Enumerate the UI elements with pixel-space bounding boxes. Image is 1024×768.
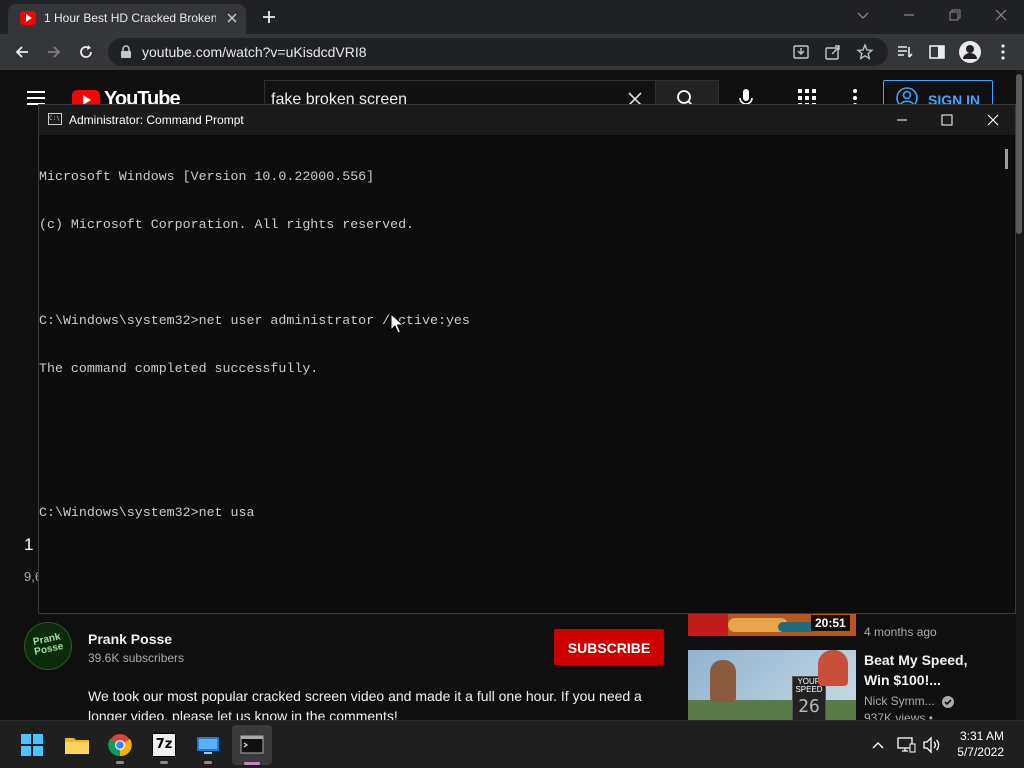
tab-search-chevron-down-icon[interactable] <box>854 6 872 24</box>
profile-avatar-icon[interactable] <box>959 41 981 63</box>
channel-name[interactable]: Prank Posse <box>88 631 172 647</box>
windows-taskbar: 7z <box>0 720 1024 768</box>
reload-icon[interactable] <box>76 42 96 62</box>
minimize-icon[interactable] <box>900 6 918 24</box>
channel-avatar-logo-text: Prank Posse <box>32 631 65 658</box>
console-prompt-line[interactable]: C:\Windows\system32>net usa <box>39 505 1001 521</box>
new-tab-icon[interactable] <box>260 8 278 26</box>
thumbnail-person <box>818 650 848 686</box>
cmd-maximize-icon[interactable] <box>939 112 955 128</box>
channel-avatar[interactable]: Prank Posse <box>24 622 72 670</box>
command-prompt-window[interactable]: C:\ Administrator: Command Prompt Micros… <box>38 104 1016 614</box>
recommendation-title[interactable]: Beat My Speed, Win $100!... <box>864 650 994 690</box>
restore-icon[interactable] <box>946 6 964 24</box>
youtube-favicon-icon <box>20 11 36 25</box>
speed-sign-bottom-text: SPEED <box>795 685 823 694</box>
running-indicator <box>160 761 168 764</box>
active-app-indicator <box>244 762 260 765</box>
chrome-icon[interactable] <box>104 729 136 764</box>
back-arrow-icon[interactable] <box>12 42 32 62</box>
subscribe-label: SUBSCRIBE <box>567 640 651 656</box>
forward-arrow-icon[interactable] <box>44 42 64 62</box>
cmd-console-output[interactable]: Microsoft Windows [Version 10.0.22000.55… <box>39 137 1001 613</box>
terminal-icon <box>238 731 266 759</box>
share-icon[interactable] <box>824 43 842 61</box>
running-indicator <box>116 761 124 764</box>
subscribe-button[interactable]: SUBSCRIBE <box>554 629 664 665</box>
mouse-pointer-icon <box>390 313 404 335</box>
chevron-up-icon[interactable] <box>870 737 886 753</box>
recommendation-views: 937K views • <box>864 711 933 720</box>
thumbnail-red-shape <box>688 614 728 636</box>
verified-check-icon <box>942 696 954 708</box>
tab-title: 1 Hour Best HD Cracked Broken <box>44 11 216 25</box>
recommendation-thumbnail[interactable]: YOUR SPEED 26 <box>688 650 856 720</box>
console-line: The command completed successfully. <box>39 361 319 376</box>
install-app-icon[interactable] <box>792 43 810 61</box>
reading-list-icon[interactable] <box>896 43 914 61</box>
subscriber-count: 39.6K subscribers <box>88 651 185 665</box>
bookmark-star-icon[interactable] <box>856 43 874 61</box>
page-scrollbar-thumb[interactable] <box>1016 74 1022 234</box>
recommendation-channel[interactable]: Nick Symm... <box>864 694 935 708</box>
remote-desktop-icon[interactable] <box>192 729 224 764</box>
cmd-scrollbar-thumb[interactable] <box>1005 149 1008 169</box>
cmd-app-icon: C:\ <box>48 113 62 125</box>
clock-date[interactable]: 5/7/2022 <box>948 745 1004 759</box>
browser-tab[interactable]: 1 Hour Best HD Cracked Broken <box>8 4 246 34</box>
7zip-icon[interactable]: 7z <box>148 729 180 764</box>
cmd-minimize-icon[interactable] <box>894 112 910 128</box>
cmd-close-icon[interactable] <box>985 112 1001 128</box>
recommendation-age: 4 months ago <box>864 625 937 639</box>
volume-icon[interactable] <box>921 735 941 755</box>
7zip-icon-box: 7z <box>152 733 176 757</box>
clock-time[interactable]: 3:31 AM <box>948 729 1004 743</box>
speed-sign-number: 26 <box>798 696 820 717</box>
thumbnail-grass <box>688 700 856 720</box>
console-line: C:\Windows\system32>net user administrat… <box>39 313 470 328</box>
browser-toolbar: youtube.com/watch?v=uKisdcdVRI8 <box>0 34 1024 70</box>
browser-tab-strip: 1 Hour Best HD Cracked Broken <box>0 0 1024 34</box>
cmd-title: Administrator: Command Prompt <box>69 113 244 127</box>
browser-menu-kebab-icon[interactable] <box>994 43 1012 61</box>
address-bar[interactable]: youtube.com/watch?v=uKisdcdVRI8 <box>108 38 888 66</box>
duration-badge: 20:51 <box>811 615 850 631</box>
7zip-icon-label: 7z <box>155 737 173 752</box>
lock-icon[interactable] <box>120 45 132 59</box>
thumbnail-runner <box>710 660 736 702</box>
cmd-title-bar[interactable]: C:\ Administrator: Command Prompt <box>39 105 1015 135</box>
network-icon[interactable] <box>896 735 916 755</box>
side-panel-icon[interactable] <box>928 43 946 61</box>
running-indicator <box>204 761 212 764</box>
console-line: Microsoft Windows [Version 10.0.22000.55… <box>39 169 375 184</box>
file-explorer-icon[interactable] <box>61 729 93 761</box>
close-window-icon[interactable] <box>992 6 1010 24</box>
url-text: youtube.com/watch?v=uKisdcdVRI8 <box>142 44 367 60</box>
video-title-fragment: 1 <box>24 535 34 554</box>
start-icon[interactable] <box>16 729 48 761</box>
tab-close-icon[interactable] <box>224 10 240 26</box>
console-line: (c) Microsoft Corporation. All rights re… <box>39 217 415 232</box>
terminal-taskbar-button[interactable] <box>232 725 272 765</box>
